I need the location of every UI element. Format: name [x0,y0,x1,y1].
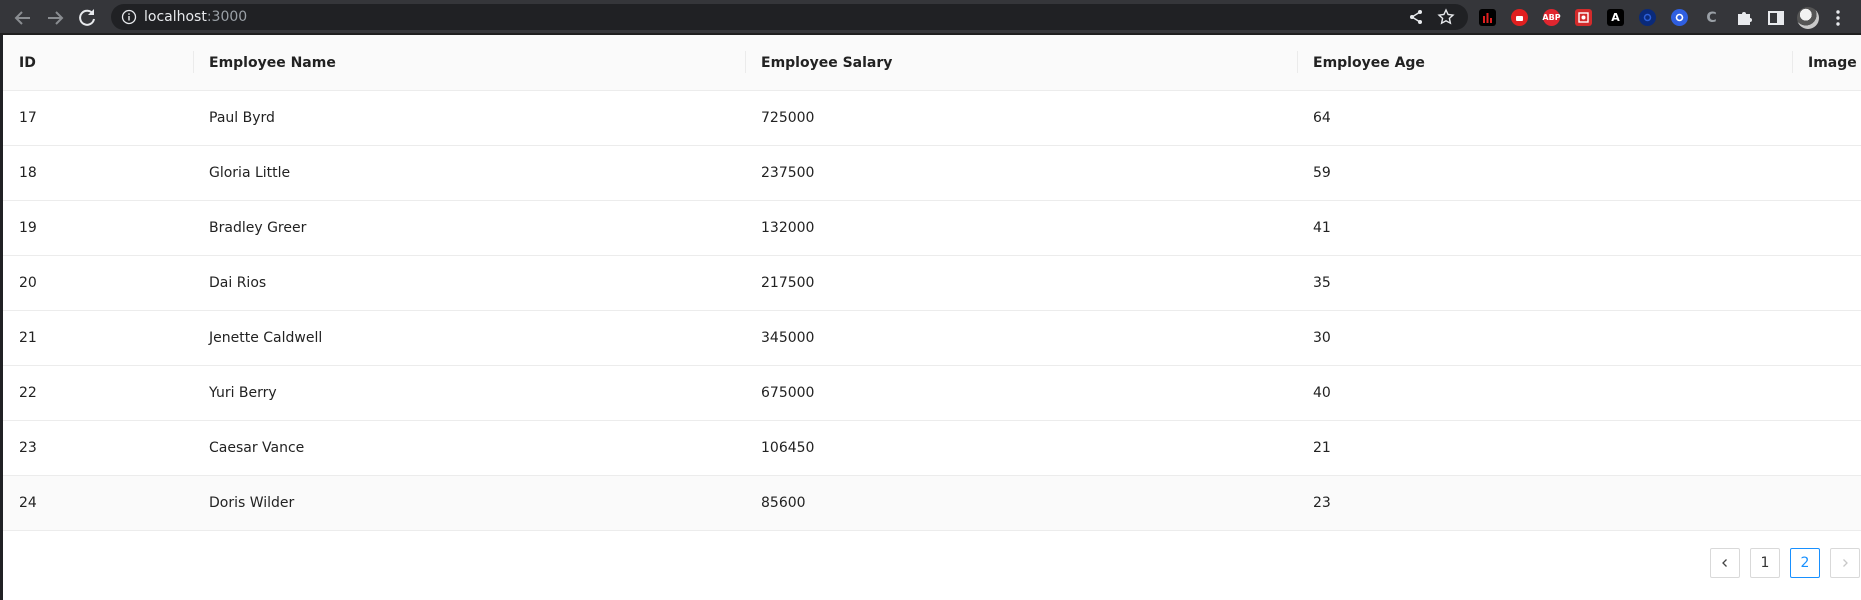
address-bar[interactable]: localhost:3000 [111,4,1468,30]
cell-image [1792,145,1861,201]
pagination-page-2[interactable]: 2 [1790,548,1820,578]
url-port: :3000 [206,9,248,25]
chevron-right-icon [1843,559,1848,567]
cell-employee-age: 30 [1297,310,1792,366]
pagination-next-button[interactable] [1830,548,1860,578]
table-header-row: ID Employee Name Employee Salary Employe… [3,35,1861,91]
cell-employee-name: Doris Wilder [193,475,745,531]
star-icon [1437,8,1455,25]
cell-employee-salary: 132000 [745,200,1297,256]
cell-id: 22 [3,365,193,421]
page-content: ID Employee Name Employee Salary Employe… [0,35,1861,600]
cell-employee-age: 41 [1297,200,1792,256]
cell-employee-name: Dai Rios [193,255,745,311]
info-icon[interactable] [121,9,137,25]
table-row: 20 Dai Rios 217500 35 [3,255,1861,311]
cell-employee-name: Paul Byrd [193,90,745,146]
employee-table: ID Employee Name Employee Salary Employe… [3,35,1861,531]
ext-angular-icon[interactable]: A [1607,9,1624,26]
table-row: 22 Yuri Berry 675000 40 [3,365,1861,421]
cell-id: 24 [3,475,193,531]
bookmark-button[interactable] [1437,8,1455,26]
share-icon [1410,10,1422,24]
puzzle-icon [1738,12,1752,25]
cell-employee-salary: 85600 [745,475,1297,531]
share-button[interactable] [1407,8,1425,26]
table-row: 21 Jenette Caldwell 345000 30 [3,310,1861,366]
profile-avatar[interactable] [1797,7,1819,29]
table-row: 17 Paul Byrd 725000 64 [3,90,1861,146]
cell-employee-age: 64 [1297,90,1792,146]
column-header-employee-salary: Employee Salary [745,35,1297,91]
pagination-page-1[interactable]: 1 [1750,548,1780,578]
side-panel-button[interactable] [1766,8,1786,28]
back-button[interactable] [11,6,35,30]
cell-id: 18 [3,145,193,201]
ext-red-box-icon[interactable] [1575,9,1592,26]
chevron-left-icon [1722,559,1727,567]
reload-button[interactable] [75,6,99,30]
cell-employee-salary: 217500 [745,255,1297,311]
side-panel-icon [1768,11,1784,25]
ext-blue-circle-icon[interactable] [1639,9,1656,26]
kebab-menu-icon [1836,10,1840,26]
cell-employee-age: 59 [1297,145,1792,201]
arrow-left-icon [14,11,30,25]
column-header-image: Image [1792,35,1861,91]
ext-target-icon[interactable] [1671,9,1688,26]
cell-image [1792,90,1861,146]
table-row: 19 Bradley Greer 132000 41 [3,200,1861,256]
cell-id: 20 [3,255,193,311]
table-row: 18 Gloria Little 237500 59 [3,145,1861,201]
cell-id: 17 [3,90,193,146]
cell-image [1792,200,1861,256]
cell-image [1792,420,1861,476]
cell-employee-age: 35 [1297,255,1792,311]
cell-employee-age: 21 [1297,420,1792,476]
pagination-prev-button[interactable] [1710,548,1740,578]
cell-employee-name: Gloria Little [193,145,745,201]
arrow-right-icon [48,11,64,25]
column-header-id: ID [3,35,193,91]
url-text[interactable]: localhost:3000 [144,9,247,25]
cell-id: 19 [3,200,193,256]
cell-id: 21 [3,310,193,366]
browser-toolbar: localhost:3000 ABP A C [0,0,1861,35]
forward-button[interactable] [43,6,67,30]
cell-employee-salary: 725000 [745,90,1297,146]
cell-employee-salary: 675000 [745,365,1297,421]
cell-id: 23 [3,420,193,476]
cell-image [1792,310,1861,366]
table-row: 23 Caesar Vance 106450 21 [3,420,1861,476]
cell-employee-age: 40 [1297,365,1792,421]
ext-adblock-icon[interactable]: ABP [1542,9,1561,26]
cell-image [1792,475,1861,531]
reload-icon [79,9,95,26]
cell-image [1792,365,1861,421]
cell-employee-salary: 106450 [745,420,1297,476]
cell-employee-age: 23 [1297,475,1792,531]
browser-menu-button[interactable] [1828,8,1848,28]
column-header-employee-name: Employee Name [193,35,745,91]
extensions-button[interactable] [1734,8,1754,28]
cell-employee-name: Yuri Berry [193,365,745,421]
cell-employee-name: Bradley Greer [193,200,745,256]
column-header-employee-age: Employee Age [1297,35,1792,91]
ext-stop-icon[interactable] [1511,9,1528,26]
cell-employee-salary: 237500 [745,145,1297,201]
cell-employee-name: Caesar Vance [193,420,745,476]
cell-employee-name: Jenette Caldwell [193,310,745,366]
ext-c-icon[interactable]: C [1703,9,1720,26]
cell-employee-salary: 345000 [745,310,1297,366]
ext-stats-icon[interactable] [1479,9,1496,26]
cell-image [1792,255,1861,311]
table-row: 24 Doris Wilder 85600 23 [3,475,1861,531]
url-host: localhost [144,9,207,25]
